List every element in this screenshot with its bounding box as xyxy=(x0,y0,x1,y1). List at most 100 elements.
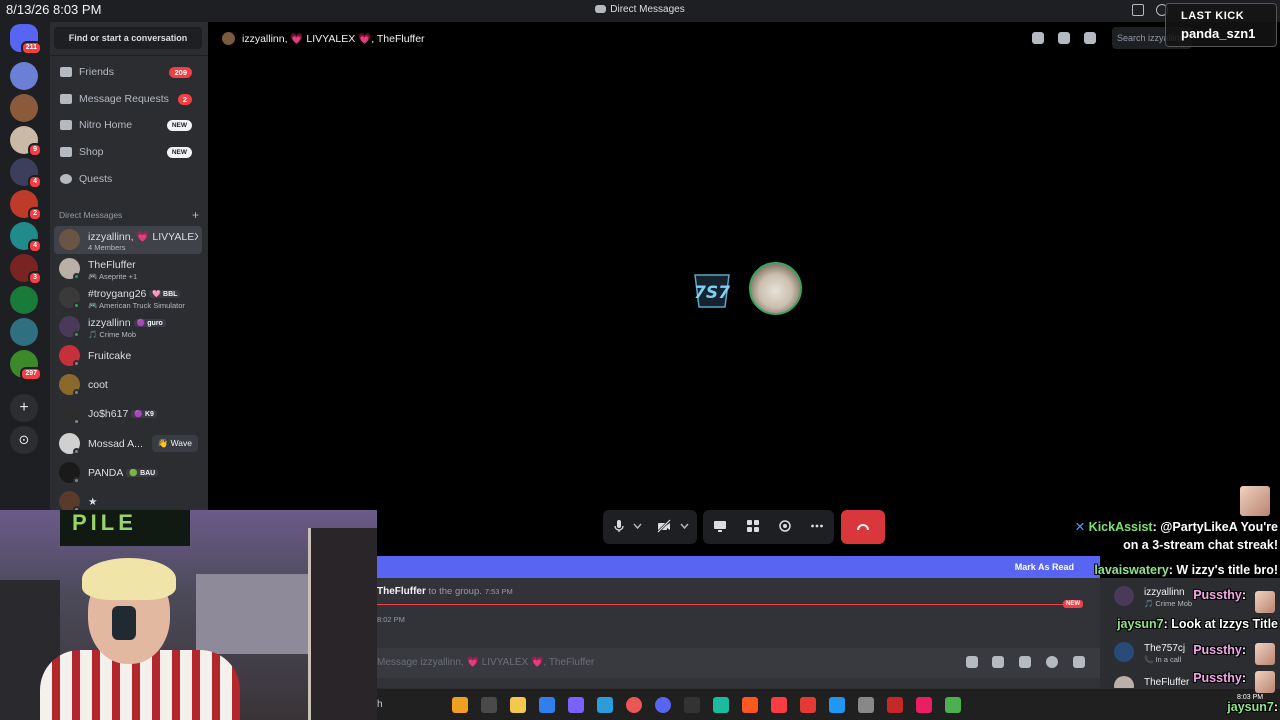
member-name: TheFluffer xyxy=(1144,677,1190,688)
store-icon[interactable] xyxy=(597,697,613,713)
message-composer[interactable]: Message izzyallinn, 💗 LIVYALEX 💗, TheFlu… xyxy=(377,648,1100,678)
dm-name: #troygang26 🩷 BBL xyxy=(88,288,198,300)
dm-item[interactable]: TheFluffer 🎮 Aseprite +1 xyxy=(54,255,202,283)
file-explorer-icon[interactable] xyxy=(510,697,526,713)
discover-button[interactable]: ⊙ xyxy=(10,426,38,454)
mark-as-read-button[interactable]: Mark As Read xyxy=(1015,562,1074,572)
status-indicator xyxy=(73,418,80,425)
server-icon[interactable]: 4 xyxy=(10,158,42,189)
server-icon[interactable] xyxy=(10,94,38,122)
copilot-icon[interactable] xyxy=(539,697,555,713)
spotify-icon[interactable] xyxy=(713,697,729,713)
teams-icon[interactable] xyxy=(568,697,584,713)
emoji-icon[interactable] xyxy=(1046,656,1058,668)
message-input[interactable]: Message izzyallinn, 💗 LIVYALEX 💗, TheFlu… xyxy=(377,657,594,668)
server-icon[interactable] xyxy=(10,318,38,346)
find-conversation-button[interactable]: Find or start a conversation xyxy=(54,27,202,49)
divider xyxy=(50,55,208,56)
dm-name: ★ xyxy=(88,496,98,508)
dm-item[interactable]: #troygang26 🩷 BBL 🎮 American Truck Simulat… xyxy=(54,284,202,312)
participant-avatar[interactable] xyxy=(749,262,802,315)
task-view-icon[interactable] xyxy=(481,697,497,713)
nav-item-message-requests[interactable]: Message Requests 2 xyxy=(54,87,202,111)
dm-item[interactable]: Jo$h617 🟣 K9 xyxy=(54,400,202,428)
server-icon[interactable]: 2 xyxy=(10,190,42,221)
anydesk-icon[interactable] xyxy=(800,697,816,713)
music-icon[interactable] xyxy=(771,697,787,713)
brave-icon[interactable] xyxy=(742,697,758,713)
create-dm-icon[interactable]: + xyxy=(192,208,199,222)
disconnect-button[interactable] xyxy=(841,510,885,544)
apps-icon[interactable] xyxy=(1073,656,1085,668)
last-kick-widget: LAST KICK panda_szn1 xyxy=(1165,3,1277,47)
server-icon[interactable] xyxy=(10,62,38,90)
nav-item-friends[interactable]: Friends 209 xyxy=(54,60,202,84)
dm-name: coot xyxy=(88,379,108,391)
dm-item[interactable]: izzyallinn, 💗 LIVYALEX 💗, TheFluffer4 Me… xyxy=(54,226,202,254)
add-server-button[interactable]: + xyxy=(10,394,38,422)
nav-item-nitro-home[interactable]: Nitro Home NEW xyxy=(54,113,202,137)
inbox-icon[interactable] xyxy=(1132,4,1144,16)
new-messages-bar[interactable]: Mark As Read xyxy=(377,556,1100,578)
shop-icon xyxy=(60,147,72,157)
nav-item-label: Quests xyxy=(79,173,113,185)
dm-subtext: 🎮 American Truck Simulator xyxy=(88,301,185,310)
gif-icon[interactable] xyxy=(992,656,1004,668)
screen-share-icon[interactable] xyxy=(713,519,727,533)
chat-username: jaysun7 xyxy=(1117,617,1164,631)
dm-item[interactable]: Fruitcake xyxy=(54,342,202,370)
app-icon[interactable] xyxy=(887,697,903,713)
status-indicator xyxy=(73,331,80,338)
obs-icon[interactable] xyxy=(684,697,700,713)
chevron-down-icon[interactable] xyxy=(633,519,642,533)
chrome-icon[interactable] xyxy=(626,697,642,713)
status-indicator xyxy=(73,302,80,309)
member-status: 📞 In a call xyxy=(1144,655,1182,664)
taskbar-search[interactable]: h xyxy=(377,699,383,710)
stream-chat-line: Pussthy: xyxy=(1193,588,1246,602)
chevron-down-icon[interactable] xyxy=(680,519,689,533)
clan-tag: 🟣 K9 xyxy=(131,410,157,418)
hang-up-icon xyxy=(857,524,869,530)
app-icon[interactable] xyxy=(916,697,932,713)
dm-item[interactable]: coot xyxy=(54,371,202,399)
dm-item[interactable]: PANDA 🟢 BAU xyxy=(54,459,202,487)
status-indicator xyxy=(73,448,80,455)
window-icon[interactable] xyxy=(858,697,874,713)
nav-item-shop[interactable]: Shop NEW xyxy=(54,140,202,164)
xbox-icon[interactable] xyxy=(945,697,961,713)
gift-icon[interactable] xyxy=(966,656,978,668)
soundboard-icon[interactable] xyxy=(778,519,792,533)
nitro-icon xyxy=(60,120,72,130)
help-icon[interactable] xyxy=(829,697,845,713)
chat-message: : @PartyLikeA You're xyxy=(1152,520,1278,534)
dm-item[interactable]: izzyallinn 🟣 guro 🎵 Crime Mob xyxy=(54,313,202,341)
discord-icon xyxy=(595,5,607,13)
home-badge: 211 xyxy=(20,41,42,55)
webcam-overlay: PILE xyxy=(0,510,377,720)
camera-off-icon[interactable] xyxy=(657,519,671,533)
add-friends-icon[interactable] xyxy=(1058,32,1070,44)
discord-icon[interactable] xyxy=(655,697,671,713)
home-button[interactable]: 211 xyxy=(10,24,42,55)
sticker-icon[interactable] xyxy=(1019,656,1031,668)
nav-item-quests[interactable]: Quests xyxy=(54,167,202,191)
app-icon[interactable] xyxy=(452,697,468,713)
server-icon[interactable] xyxy=(10,286,38,314)
stream-chat-line: jaysun7: xyxy=(1227,700,1278,714)
dm-name: izzyallinn, 💗 LIVYALEX 💗, TheFluffer xyxy=(88,231,198,243)
server-icon[interactable]: 4 xyxy=(10,222,42,253)
pin-icon[interactable] xyxy=(1032,32,1044,44)
activities-icon[interactable] xyxy=(746,519,760,533)
more-options-icon[interactable] xyxy=(810,519,824,533)
dm-item[interactable]: Mossad A... 👋 Wave xyxy=(54,430,202,458)
server-icon[interactable]: 3 xyxy=(10,254,42,285)
envelope-icon xyxy=(60,94,72,104)
microphone-icon[interactable] xyxy=(612,519,626,533)
member-list-icon[interactable] xyxy=(1084,32,1096,44)
wave-button[interactable]: 👋 Wave xyxy=(151,435,198,452)
server-icon[interactable]: 297 xyxy=(10,350,42,381)
dm-name: Fruitcake xyxy=(88,350,132,362)
server-icon[interactable]: 9 xyxy=(10,126,42,157)
last-kick-label: LAST KICK xyxy=(1181,10,1245,22)
